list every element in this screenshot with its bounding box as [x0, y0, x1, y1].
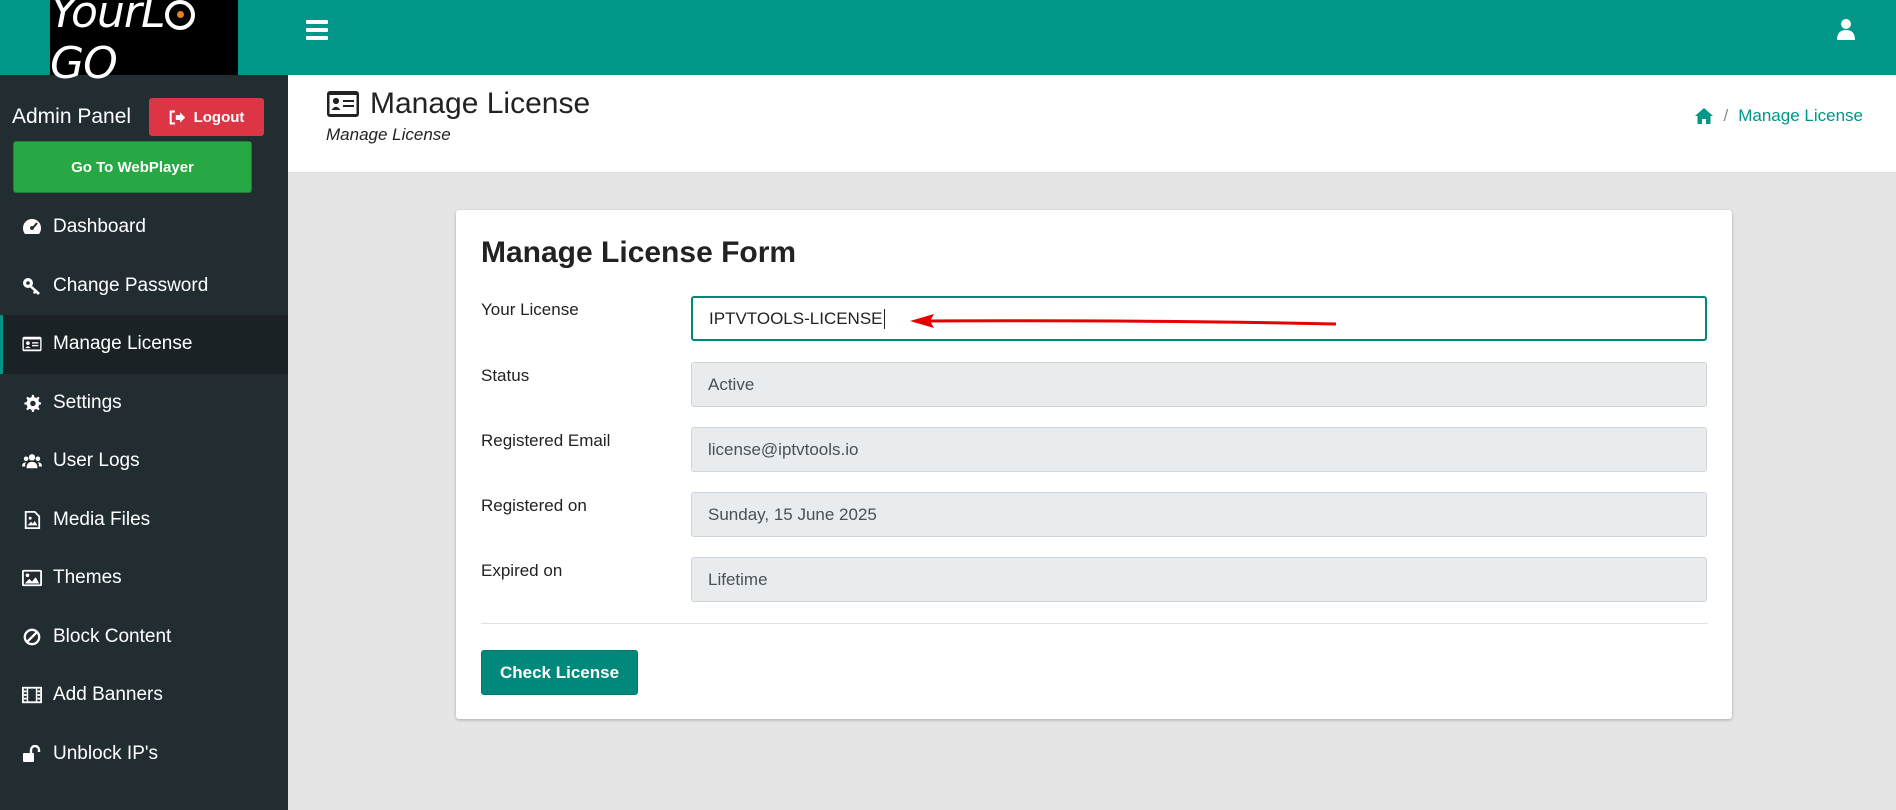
- sidebar-item-user-logs[interactable]: User Logs: [0, 432, 288, 491]
- expired-on-label: Expired on: [481, 561, 563, 580]
- sidebar-item-unblock-ips[interactable]: Unblock IP's: [0, 725, 288, 784]
- sidebar-item-label: Themes: [53, 567, 122, 589]
- page-title: Manage License: [326, 87, 590, 121]
- menu-toggle-icon[interactable]: [306, 20, 328, 40]
- sidebar-item-label: Manage License: [53, 333, 193, 355]
- form-row-status: Status Active: [481, 362, 1708, 407]
- form-row-expired-on: Expired on Lifetime: [481, 557, 1708, 602]
- id-card-icon: [21, 334, 43, 354]
- image-icon: [21, 568, 43, 588]
- sidebar-item-label: Media Files: [53, 508, 151, 530]
- sidebar-item-dashboard[interactable]: Dashboard: [0, 198, 288, 257]
- logo[interactable]: YourLGO: [50, 0, 238, 89]
- user-icon[interactable]: [1837, 18, 1855, 40]
- license-label: Your License: [481, 300, 579, 319]
- sidebar-item-manage-license[interactable]: Manage License: [0, 315, 288, 374]
- dashboard-icon: [21, 217, 43, 237]
- registered-email-field: license@iptvtools.io: [691, 427, 1707, 472]
- ban-icon: [21, 627, 43, 647]
- sidebar-nav: Dashboard Change Password Manage License…: [0, 198, 288, 783]
- page-subtitle: Manage License: [326, 125, 451, 144]
- sidebar-item-label: User Logs: [53, 450, 140, 472]
- breadcrumb: / Manage License: [1694, 106, 1863, 126]
- check-license-button[interactable]: Check License: [481, 650, 638, 695]
- logout-label: Logout: [193, 108, 245, 126]
- sidebar-item-label: Dashboard: [53, 216, 146, 238]
- file-image-icon: [21, 510, 43, 530]
- sidebar-item-label: Unblock IP's: [53, 742, 159, 764]
- sign-out-icon: [169, 110, 185, 124]
- registered-email-label: Registered Email: [481, 431, 611, 450]
- sidebar-item-label: Block Content: [53, 625, 172, 647]
- expired-on-field: Lifetime: [691, 557, 1707, 602]
- gear-icon: [21, 393, 43, 413]
- sidebar-item-themes[interactable]: Themes: [0, 549, 288, 608]
- license-value: IPTVTOOLS-LICENSE: [709, 308, 883, 328]
- sidebar-item-settings[interactable]: Settings: [0, 374, 288, 433]
- registered-on-label: Registered on: [481, 496, 587, 515]
- sidebar-item-label: Settings: [53, 391, 122, 413]
- annotation-arrow-icon: [910, 314, 1337, 328]
- sidebar: YourLGO Admin Panel Logout Go To WebPlay…: [0, 0, 288, 810]
- page-title-text: Manage License: [370, 87, 591, 120]
- top-navbar: [288, 0, 1896, 75]
- home-icon[interactable]: [1694, 107, 1714, 125]
- film-icon: [21, 685, 43, 705]
- sidebar-item-label: Change Password: [53, 274, 209, 296]
- logout-button[interactable]: Logout: [149, 98, 264, 136]
- admin-row: Admin Panel Logout: [12, 98, 280, 136]
- logo-text: YourLGO: [50, 0, 238, 89]
- breadcrumb-current[interactable]: Manage License: [1738, 106, 1863, 126]
- go-to-webplayer-button[interactable]: Go To WebPlayer: [13, 141, 252, 193]
- form-row-registered-on: Registered on Sunday, 15 June 2025: [481, 492, 1708, 537]
- breadcrumb-separator: /: [1723, 106, 1729, 125]
- admin-panel-label: Admin Panel: [12, 105, 132, 128]
- sidebar-item-change-password[interactable]: Change Password: [0, 257, 288, 316]
- logo-area: YourLGO: [0, 0, 288, 89]
- registered-on-field: Sunday, 15 June 2025: [691, 492, 1707, 537]
- sidebar-item-add-banners[interactable]: Add Banners: [0, 666, 288, 725]
- form-divider: [481, 623, 1708, 624]
- status-label: Status: [481, 366, 530, 385]
- users-icon: [21, 451, 43, 471]
- key-icon: [21, 276, 43, 296]
- unlock-icon: [21, 744, 43, 764]
- sidebar-item-label: Add Banners: [53, 684, 163, 706]
- status-field: Active: [691, 362, 1707, 407]
- sidebar-item-block-content[interactable]: Block Content: [0, 608, 288, 667]
- id-card-icon: [327, 91, 359, 117]
- sidebar-item-media-files[interactable]: Media Files: [0, 491, 288, 550]
- page-header: Manage License Manage License / Manage L…: [288, 75, 1896, 173]
- manage-license-card: Manage License Form Your License IPTVTOO…: [456, 210, 1732, 719]
- form-title: Manage License Form: [481, 236, 797, 269]
- form-row-email: Registered Email license@iptvtools.io: [481, 427, 1708, 472]
